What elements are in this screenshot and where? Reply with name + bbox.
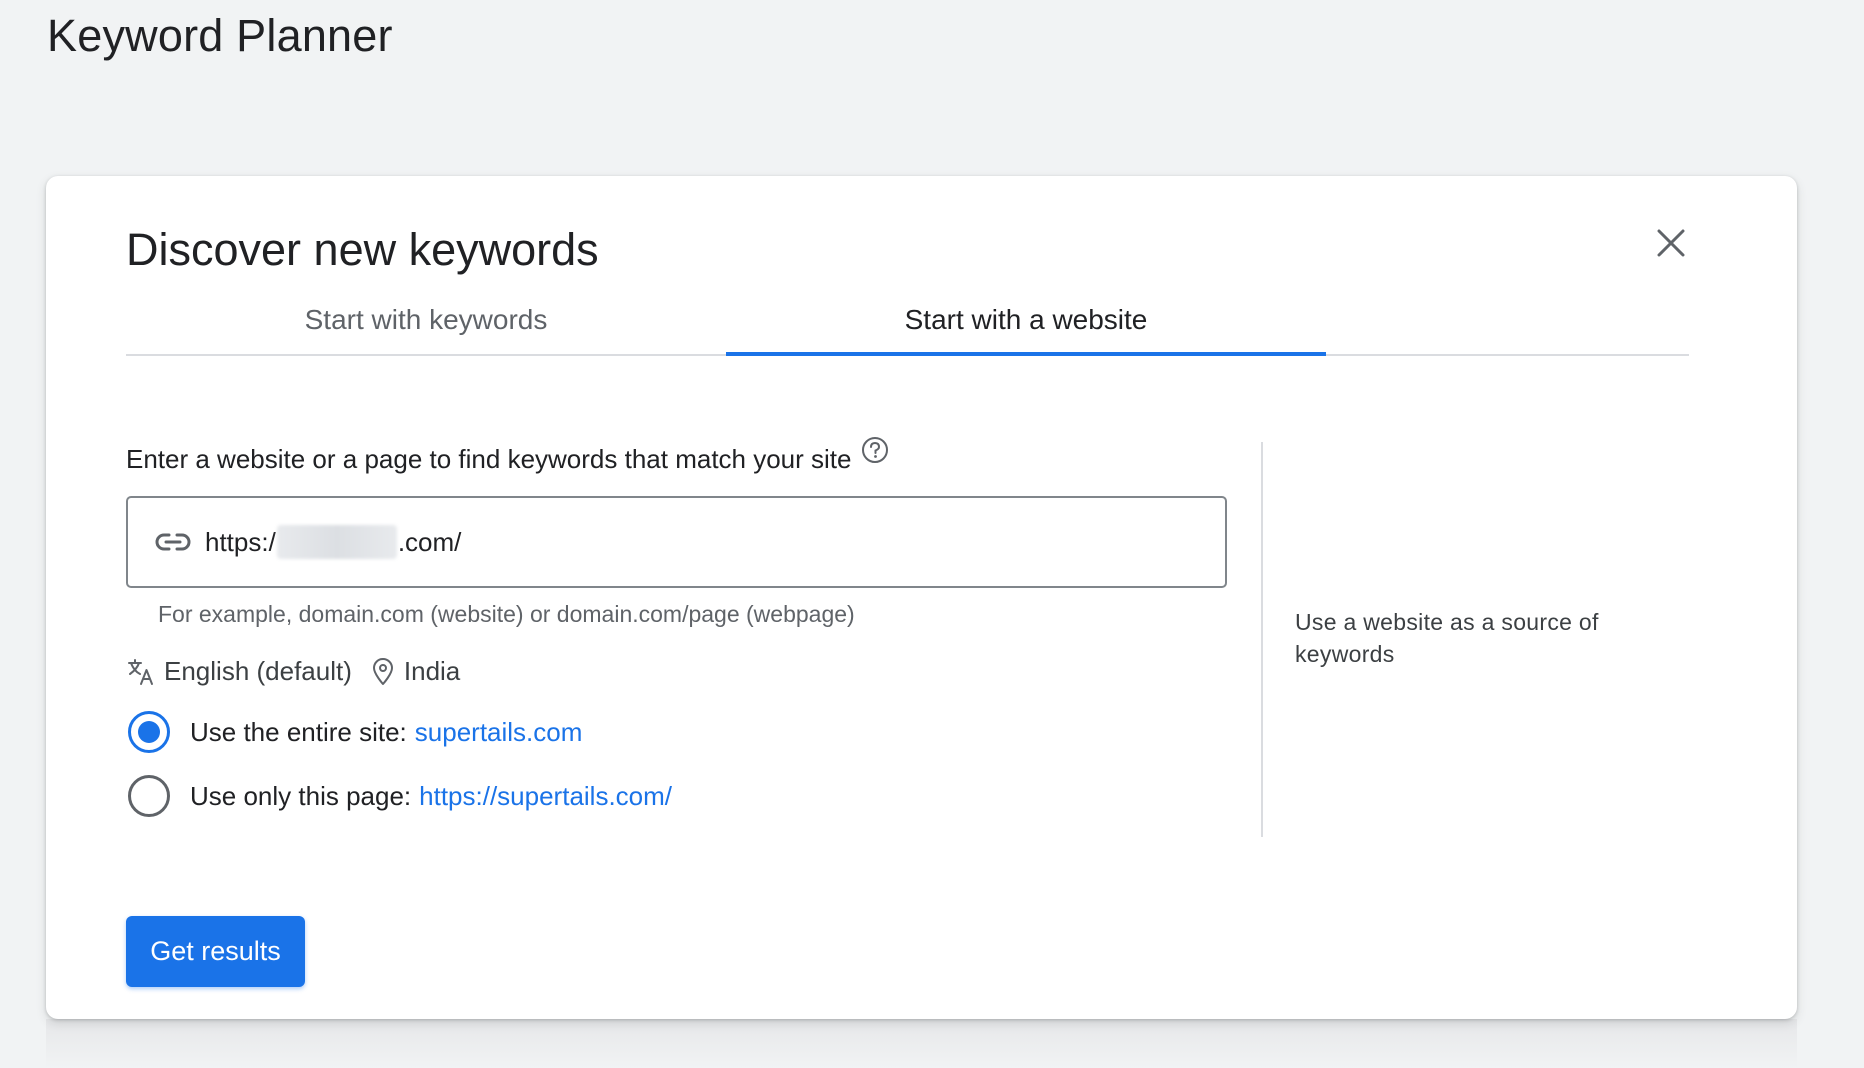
card-shadow [46,1019,1797,1068]
language-label: English (default) [164,656,352,686]
close-icon [1657,229,1685,257]
help-circle-icon[interactable] [860,435,890,472]
location-selector[interactable]: India [370,656,460,687]
location-pin-icon [372,657,393,685]
vertical-divider [1261,442,1263,837]
website-url-value: https:/ .com/ [205,525,461,559]
language-selector[interactable]: English (default) [126,656,352,687]
website-field-label-row: Enter a website or a page to find keywor… [126,437,890,478]
scope-option-entire-site-label: Use the entire site: [190,716,407,747]
radio-entire-site[interactable] [128,711,170,753]
radio-this-page[interactable] [128,775,170,817]
tab-start-with-website[interactable]: Start with a website [726,286,1326,356]
dialog-title: Discover new keywords [126,224,599,275]
link-icon [155,531,191,553]
tab-bar: Start with keywords Start with a website [126,286,1689,356]
scope-option-this-page-label: Use only this page: [190,780,412,811]
website-url-input[interactable]: https:/ .com/ [126,496,1227,588]
discover-keywords-dialog: Discover new keywords Start with keyword… [46,176,1797,1019]
this-page-link[interactable]: https://supertails.com/ [419,781,672,812]
side-note: Use a website as a source of keywords [1295,609,1599,667]
website-field-helper: For example, domain.com (website) or dom… [158,601,855,627]
scope-option-this-page[interactable]: Use only this page: https://supertails.c… [128,775,672,817]
entire-site-link[interactable]: supertails.com [415,717,583,748]
translate-icon [128,658,153,685]
get-results-button[interactable]: Get results [126,916,305,987]
url-suffix: .com/ [397,526,462,557]
close-button[interactable] [1646,218,1696,268]
website-field-label: Enter a website or a page to find keywor… [126,444,852,474]
url-prefix: https:/ [205,526,276,557]
tab-start-with-keywords[interactable]: Start with keywords [126,286,726,354]
page-title: Keyword Planner [47,10,393,61]
scope-option-entire-site[interactable]: Use the entire site: supertails.com [128,711,582,753]
language-location-row: English (default) India [126,656,460,687]
redacted-domain [276,525,397,559]
location-label: India [403,656,461,686]
